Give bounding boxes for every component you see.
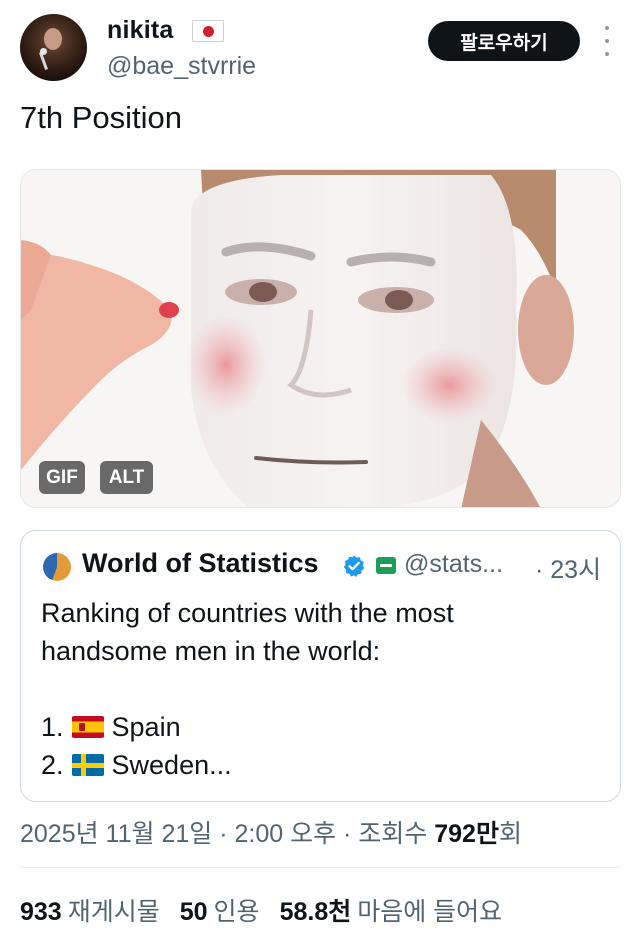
quote-ranking-item: 1. Spain — [41, 708, 601, 746]
likes-stat[interactable]: 58.8천 마음에 들어요 — [280, 892, 503, 928]
follow-button[interactable]: 팔로우하기 — [428, 21, 580, 61]
affiliate-badge-icon[interactable] — [376, 557, 396, 574]
rank-number: 2. — [41, 750, 64, 780]
quote-line: handsome men in the world: — [41, 636, 381, 666]
quoted-tweet[interactable]: World of Statistics @stats... · 23시 Rank… — [20, 530, 621, 802]
tweet-media-gif[interactable]: GIF ALT — [20, 169, 621, 508]
views-unit: 만 — [475, 820, 499, 848]
divider — [20, 867, 620, 868]
makeup-face-image — [21, 170, 620, 507]
quoted-author-avatar[interactable] — [43, 553, 71, 581]
spain-flag-icon — [71, 716, 104, 738]
verified-badge-icon — [343, 555, 365, 577]
tweet-header: nikita @bae_stvrrie 팔로우하기 — [0, 0, 640, 96]
rank-country: Sweden... — [111, 750, 232, 780]
japan-flag-icon — [192, 20, 224, 42]
quote-ranking-item: 2. Sweden... — [41, 746, 601, 784]
author-avatar[interactable] — [20, 14, 87, 81]
quoted-author-handle[interactable]: @stats... — [404, 550, 503, 579]
author-handle[interactable]: @bae_stvrrie — [107, 52, 256, 81]
quote-line — [41, 670, 601, 708]
rank-country: Spain — [111, 712, 181, 742]
tweet-text: 7th Position — [20, 100, 182, 135]
quotes-stat[interactable]: 50 인용 — [180, 892, 260, 928]
sweden-flag-icon — [71, 754, 104, 776]
alt-text-button[interactable]: ALT — [100, 461, 153, 494]
tweet-timestamp[interactable]: 2025년 11월 21일 · 2:00 오후 · 조회수 — [20, 820, 434, 848]
quote-line: Ranking of countries with the most — [41, 598, 454, 628]
reposts-stat[interactable]: 933 재게시물 — [20, 892, 160, 928]
more-options-icon[interactable] — [600, 26, 614, 56]
quoted-tweet-text: Ranking of countries with the most hands… — [41, 594, 601, 784]
quoted-author-name[interactable]: World of Statistics — [82, 548, 319, 579]
views-suffix: 회 — [498, 820, 522, 848]
tweet-timestamp-views: 2025년 11월 21일 · 2:00 오후 · 조회수 792만회 — [20, 814, 522, 850]
quoted-tweet-time[interactable]: · 23시 — [535, 550, 601, 586]
views-number: 792 — [434, 820, 476, 848]
engagement-stats: 933 재게시물 50 인용 58.8천 마음에 들어요 — [20, 892, 522, 928]
gif-badge: GIF — [39, 461, 85, 494]
author-display-name[interactable]: nikita — [107, 16, 174, 45]
rank-number: 1. — [41, 712, 64, 742]
